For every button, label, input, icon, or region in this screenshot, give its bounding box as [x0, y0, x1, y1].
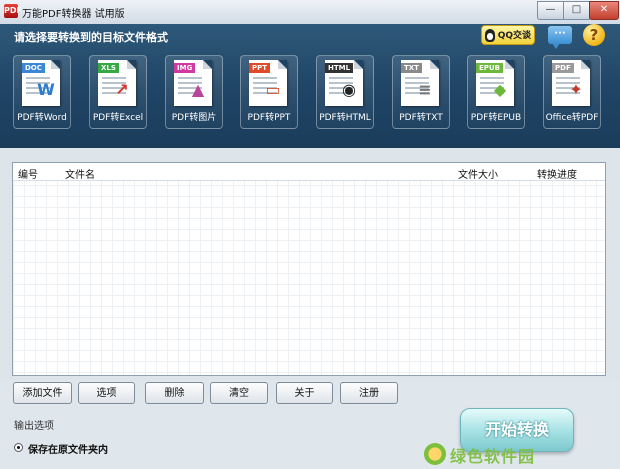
about-button[interactable]: 关于	[276, 382, 333, 404]
qq-chat-label: QQ交谈	[497, 31, 531, 41]
format-tag: PPT	[249, 63, 271, 73]
output-options-title: 输出选项	[14, 421, 54, 432]
format-glyph: ◆	[493, 80, 507, 99]
chat-bubble-icon[interactable]: ···	[548, 26, 572, 49]
window-title: 万能PDF转换器 试用版	[22, 9, 125, 20]
watermark-logo-icon	[424, 443, 446, 465]
format-label: PDF转HTML	[319, 113, 371, 123]
txt-doc-icon: TXT ≡	[401, 60, 439, 106]
format-glyph: ◉	[342, 80, 356, 99]
column-header-progress[interactable]: 转换进度	[537, 166, 577, 181]
format-label: PDF转EPUB	[470, 113, 522, 123]
format-glyph: ↗	[115, 80, 129, 99]
format-tag: HTML	[325, 63, 354, 73]
format-tag: DOC	[22, 63, 45, 73]
html-doc-icon: HTML ◉	[325, 60, 363, 106]
clear-button[interactable]: 清空	[210, 382, 268, 404]
format-glyph: ▲	[191, 80, 205, 99]
format-tag: EPUB	[476, 63, 503, 73]
format-pdf-to-word[interactable]: DOC W PDF转Word	[13, 55, 71, 129]
file-list[interactable]: 编号 文件名 文件大小 转换进度	[12, 162, 606, 376]
format-office-to-pdf[interactable]: PDF ✦ Office转PDF	[543, 55, 601, 129]
format-glyph: W	[37, 80, 55, 99]
format-tag: TXT	[401, 63, 422, 73]
column-header-filename[interactable]: 文件名	[65, 166, 95, 181]
column-header-filesize[interactable]: 文件大小	[458, 166, 498, 181]
qq-chat-button[interactable]: QQ交谈	[481, 25, 535, 45]
options-button[interactable]: 选项	[78, 382, 135, 404]
title-bar: PDF 万能PDF转换器 试用版 — □ ✕	[0, 0, 620, 25]
format-label: PDF转Excel	[92, 113, 144, 123]
minimize-button[interactable]: —	[537, 1, 563, 20]
qq-penguin-icon	[485, 29, 495, 42]
save-original-folder-label[interactable]: 保存在原文件夹内	[28, 441, 108, 456]
column-header-index[interactable]: 编号	[18, 166, 38, 181]
add-file-button[interactable]: 添加文件	[13, 382, 72, 404]
app-icon: PDF	[4, 4, 22, 18]
format-glyph: ▭	[265, 80, 281, 99]
close-button[interactable]: ✕	[589, 1, 619, 20]
file-list-header: 编号 文件名 文件大小 转换进度	[13, 163, 605, 181]
file-list-panel: 编号 文件名 文件大小 转换进度	[0, 148, 620, 380]
watermark-text: 绿色软件园	[450, 447, 536, 466]
format-label: PDF转图片	[171, 113, 217, 123]
format-tag: PDF	[552, 63, 574, 73]
excel-doc-icon: XLS ↗	[98, 60, 136, 106]
format-label: PDF转Word	[17, 113, 67, 123]
format-panel: 请选择要转换到的目标文件格式 QQ交谈 ··· ? DOC W PDF转Word…	[0, 24, 620, 148]
format-pdf-to-image[interactable]: IMG ▲ PDF转图片	[165, 55, 223, 129]
format-label: Office转PDF	[545, 113, 599, 123]
format-label: PDF转PPT	[247, 113, 291, 123]
delete-button[interactable]: 删除	[145, 382, 204, 404]
format-pdf-to-excel[interactable]: XLS ↗ PDF转Excel	[89, 55, 147, 129]
site-watermark: 绿色软件园	[424, 439, 584, 469]
save-original-folder-radio[interactable]	[14, 443, 23, 452]
format-pdf-to-txt[interactable]: TXT ≡ PDF转TXT	[392, 55, 450, 129]
help-icon[interactable]: ?	[583, 24, 605, 46]
format-tag: IMG	[174, 63, 196, 73]
image-doc-icon: IMG ▲	[174, 60, 212, 106]
pdf-doc-icon: PDF ✦	[552, 60, 590, 106]
epub-doc-icon: EPUB ◆	[476, 60, 514, 106]
format-glyph: ≡	[418, 80, 432, 99]
format-tag: XLS	[98, 63, 119, 73]
ppt-doc-icon: PPT ▭	[249, 60, 287, 106]
format-pdf-to-ppt[interactable]: PPT ▭ PDF转PPT	[240, 55, 298, 129]
format-pdf-to-epub[interactable]: EPUB ◆ PDF转EPUB	[467, 55, 525, 129]
maximize-button[interactable]: □	[563, 1, 590, 20]
format-glyph: ✦	[569, 80, 583, 99]
format-pdf-to-html[interactable]: HTML ◉ PDF转HTML	[316, 55, 374, 129]
format-label: PDF转TXT	[399, 113, 443, 123]
bottom-panel: 添加文件 选项 删除 清空 关于 注册 输出选项 保存在原文件夹内 开始转换 绿…	[0, 380, 620, 466]
format-prompt: 请选择要转换到的目标文件格式	[14, 31, 168, 44]
word-doc-icon: DOC W	[22, 60, 60, 106]
register-button[interactable]: 注册	[340, 382, 398, 404]
